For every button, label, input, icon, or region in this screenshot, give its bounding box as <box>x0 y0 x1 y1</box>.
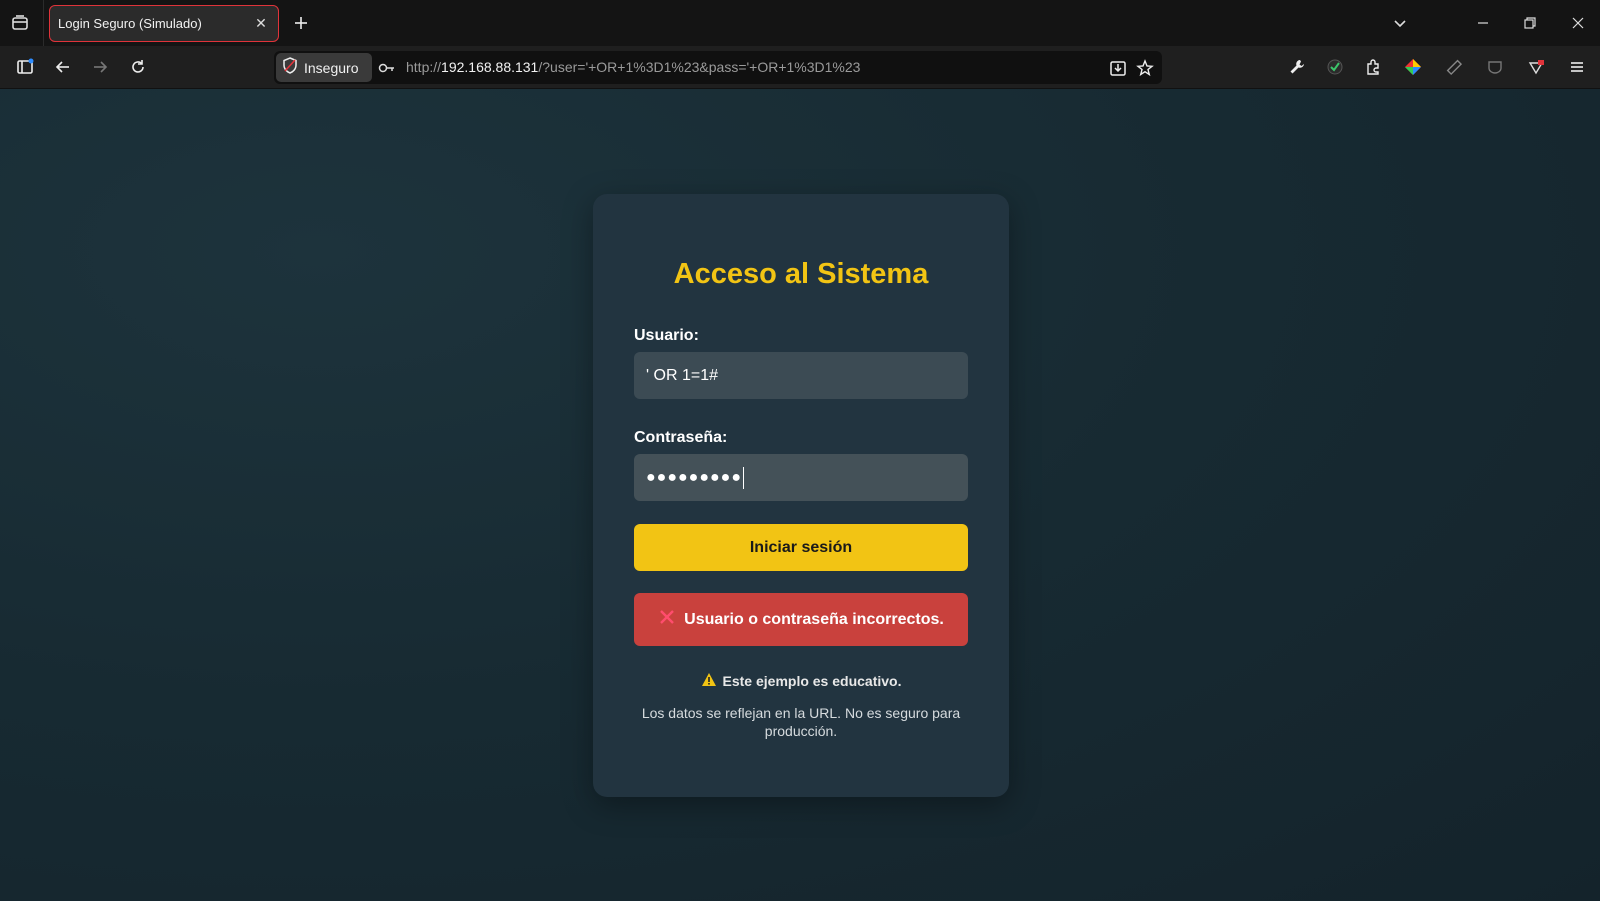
password-input[interactable]: ●●●●●●●●● <box>634 454 968 501</box>
login-title: Acceso al Sistema <box>673 258 929 290</box>
user-label: Usuario: <box>634 327 699 344</box>
restore-icon[interactable] <box>1518 11 1542 35</box>
url-host: 192.168.88.131 <box>441 59 539 75</box>
insecure-shield-icon <box>282 56 298 79</box>
warning-text: Este ejemplo es educativo. <box>722 673 902 689</box>
error-alert: Usuario o contraseña incorrectos. <box>634 593 968 646</box>
red-badge-extension-icon[interactable] <box>1524 55 1548 79</box>
minimize-icon[interactable] <box>1471 11 1495 35</box>
page-content: Acceso al Sistema Usuario: ' OR 1=1# Con… <box>0 89 1600 901</box>
site-security-button[interactable]: Inseguro <box>276 53 372 82</box>
key-icon[interactable] <box>377 58 397 78</box>
back-icon[interactable] <box>51 55 75 79</box>
password-label: Contraseña: <box>634 429 728 446</box>
url-scheme: http:// <box>406 59 442 75</box>
close-window-icon[interactable] <box>1566 11 1590 35</box>
educational-warning: Este ejemplo es educativo. <box>593 672 1009 690</box>
tab-title: Login Seguro (Simulado) <box>58 16 202 31</box>
tab-manager-icon[interactable] <box>8 11 32 35</box>
navigation-toolbar: Inseguro http://192.168.88.131/?user='+O… <box>0 46 1600 89</box>
tab-login[interactable]: Login Seguro (Simulado) ✕ <box>49 5 279 42</box>
text-caret <box>742 466 744 489</box>
warning-icon <box>701 672 717 690</box>
app-menu-icon[interactable] <box>1565 55 1589 79</box>
tab-close-icon[interactable]: ✕ <box>252 15 270 33</box>
mask-extension-icon[interactable] <box>1483 55 1507 79</box>
url-disclaimer: Los datos se reflejan en la URL. No es s… <box>641 705 961 739</box>
wrench-icon[interactable] <box>1285 55 1309 79</box>
ruler-extension-icon[interactable] <box>1442 55 1466 79</box>
login-card: Acceso al Sistema Usuario: ' OR 1=1# Con… <box>593 194 1009 797</box>
url-path-query: /?user='+OR+1%3D1%23&pass='+OR+1%3D1%23 <box>538 59 861 75</box>
reload-icon[interactable] <box>126 55 150 79</box>
address-bar[interactable]: Inseguro http://192.168.88.131/?user='+O… <box>274 51 1162 84</box>
extension-shield-green-icon[interactable] <box>1323 55 1347 79</box>
color-picker-extension-icon[interactable] <box>1401 55 1425 79</box>
install-icon[interactable] <box>1107 57 1129 79</box>
tab-list-chevron-icon[interactable] <box>1388 11 1412 35</box>
error-x-icon <box>658 608 676 631</box>
login-button[interactable]: Iniciar sesión <box>634 524 968 571</box>
extensions-puzzle-icon[interactable] <box>1361 55 1385 79</box>
url-text[interactable]: http://192.168.88.131/?user='+OR+1%3D1%2… <box>406 59 860 75</box>
error-message: Usuario o contraseña incorrectos. <box>684 610 944 628</box>
tab-separator <box>43 0 44 46</box>
forward-icon[interactable] <box>88 55 112 79</box>
security-label: Inseguro <box>304 59 359 76</box>
user-input[interactable]: ' OR 1=1# <box>634 352 968 399</box>
tab-strip: Login Seguro (Simulado) ✕ <box>0 0 1600 46</box>
bookmark-star-icon[interactable] <box>1134 57 1156 79</box>
user-input-value: ' OR 1=1# <box>646 366 718 384</box>
password-mask: ●●●●●●●●● <box>646 468 742 486</box>
sidebar-icon[interactable] <box>13 55 37 79</box>
new-tab-icon[interactable] <box>290 12 312 34</box>
